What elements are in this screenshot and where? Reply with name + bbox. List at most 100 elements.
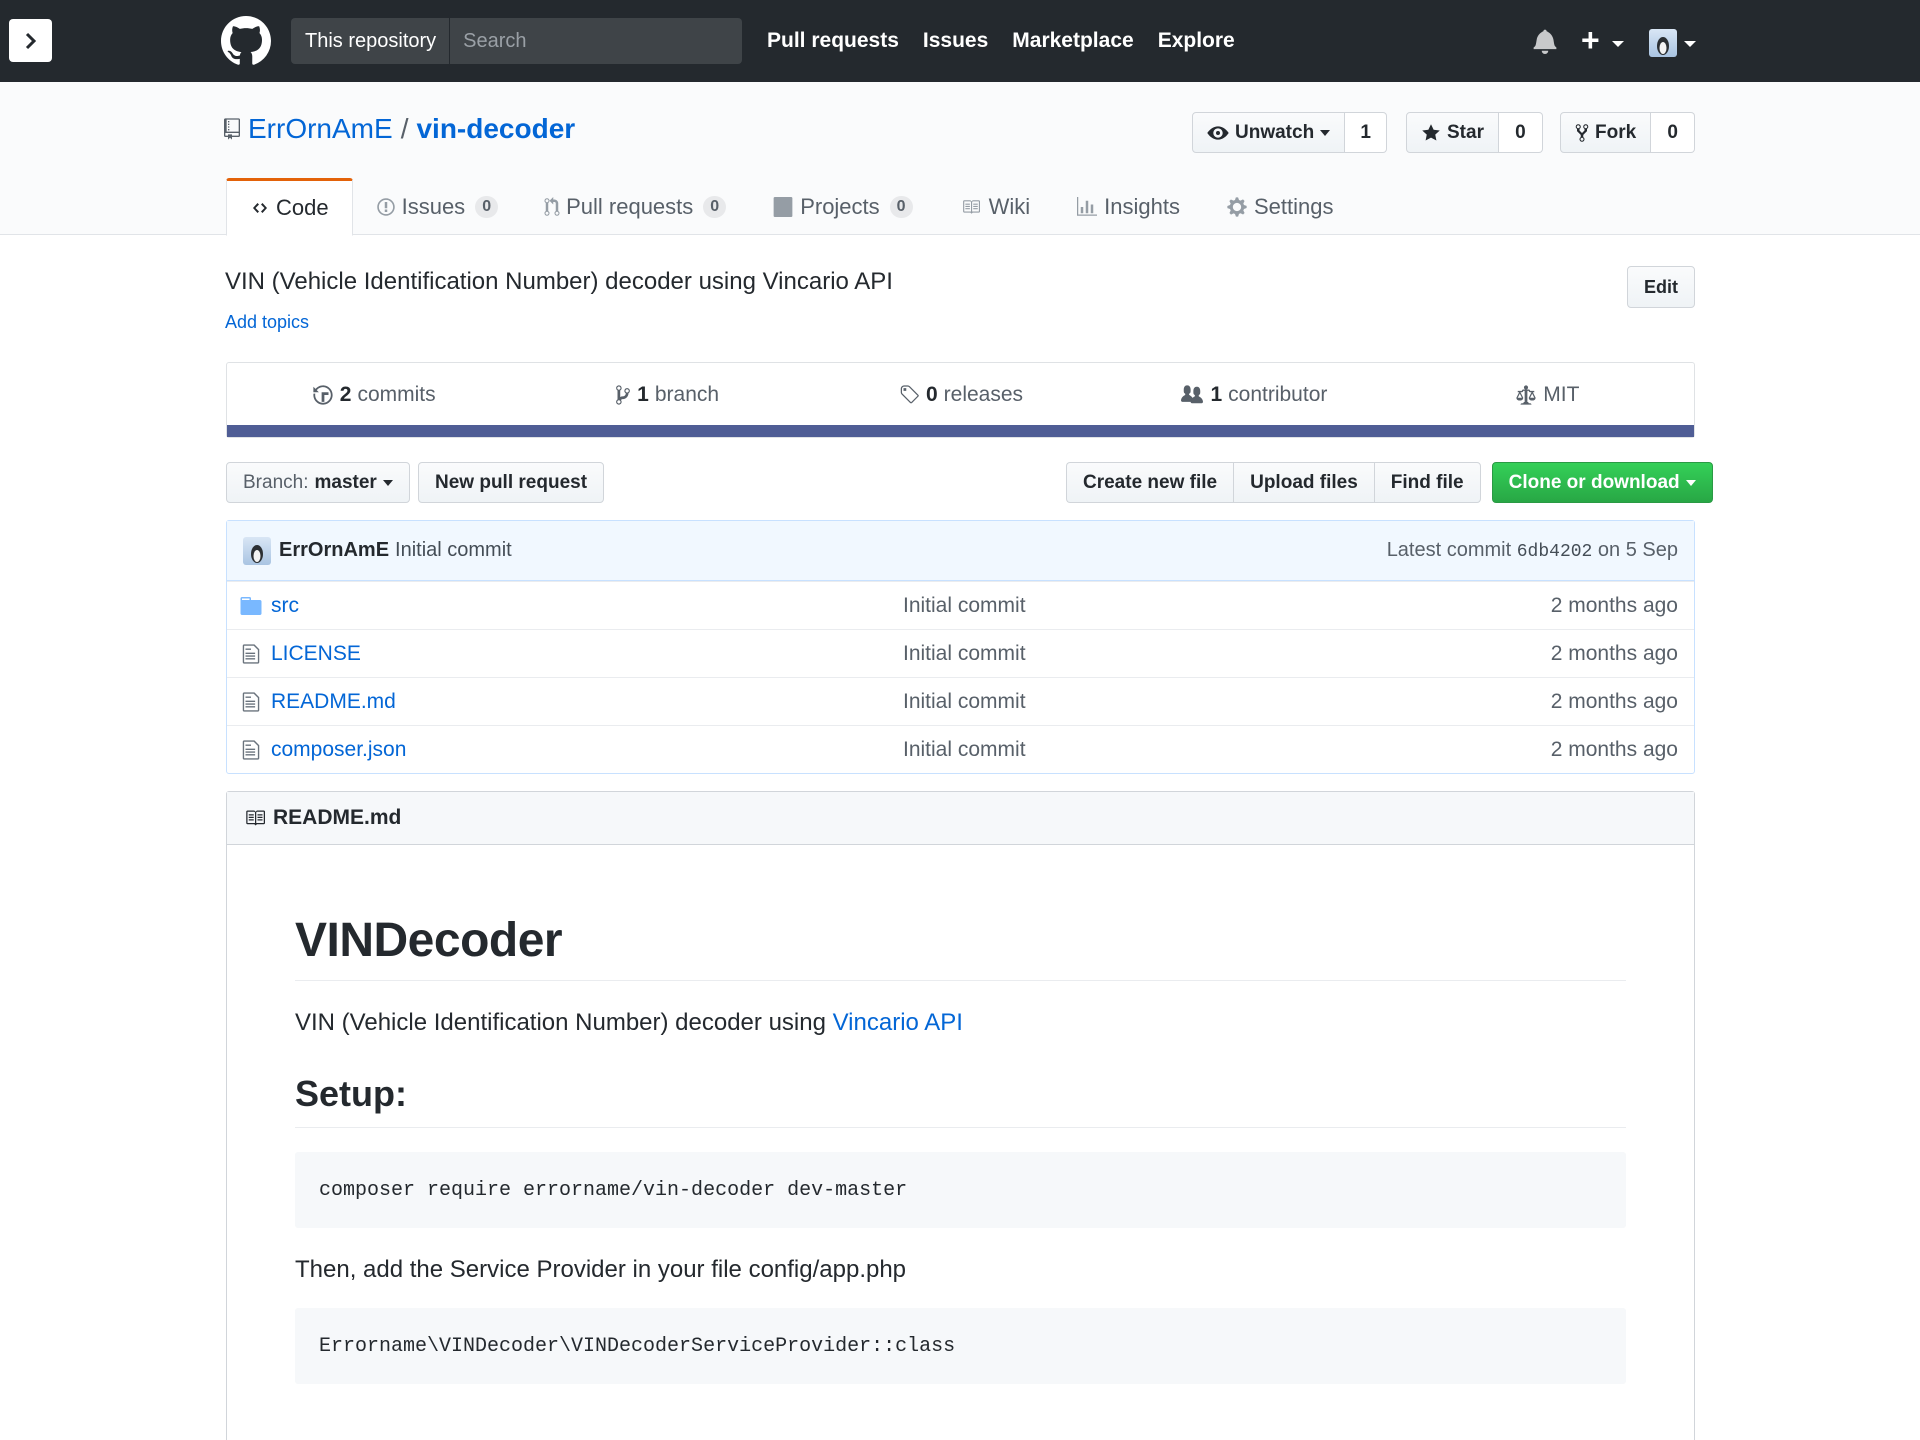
file-name-link[interactable]: src bbox=[271, 594, 903, 618]
star-button[interactable]: Star bbox=[1406, 112, 1499, 153]
edit-description-button[interactable]: Edit bbox=[1627, 266, 1695, 308]
tab-wiki-label: Wiki bbox=[988, 194, 1031, 219]
repo-forked-icon bbox=[1575, 123, 1589, 142]
tab-insights[interactable]: Insights bbox=[1053, 178, 1203, 236]
tab-settings-label: Settings bbox=[1253, 194, 1334, 219]
gear-icon bbox=[1227, 197, 1247, 217]
header-nav: Pull requests Issues Marketplace Explore bbox=[767, 0, 1235, 82]
nav-issues[interactable]: Issues bbox=[923, 29, 988, 53]
avatar-caret-icon bbox=[1684, 41, 1696, 47]
fork-button[interactable]: Fork bbox=[1560, 112, 1652, 153]
watch-group: Unwatch 1 bbox=[1192, 112, 1388, 153]
vincario-api-link[interactable]: Vincario API bbox=[833, 1009, 963, 1036]
repo-title-separator: / bbox=[400, 113, 409, 144]
contributors-count: 1 bbox=[1210, 383, 1223, 406]
global-header: This repository Pull requests Issues Mar… bbox=[0, 0, 1920, 82]
tab-projects-label: Projects bbox=[800, 194, 880, 219]
branch-caret-icon bbox=[382, 479, 393, 486]
plus-icon[interactable]: + bbox=[1581, 24, 1600, 56]
file-name-link[interactable]: README.md bbox=[271, 690, 903, 714]
readme-intro: VIN (Vehicle Identification Number) deco… bbox=[295, 1009, 1626, 1037]
file-age: 2 months ago bbox=[1550, 593, 1678, 617]
repo-icon bbox=[224, 118, 240, 140]
file-commit-message-link[interactable]: Initial commit bbox=[903, 594, 1026, 618]
readme-box: README.md VINDecoder VIN (Vehicle Identi… bbox=[226, 791, 1695, 1440]
summary-commits[interactable]: 2 commits bbox=[227, 383, 520, 407]
file-commit-message-link[interactable]: Initial commit bbox=[903, 642, 1026, 666]
latest-commit-prefix: Latest commit bbox=[1386, 539, 1512, 561]
repo-description: VIN (Vehicle Identification Number) deco… bbox=[225, 268, 893, 295]
readme-body: VINDecoder VIN (Vehicle Identification N… bbox=[227, 913, 1694, 1384]
commits-label: commits bbox=[357, 383, 436, 406]
repo-summary: 2 commits 1 branch 0 releases 1 contribu… bbox=[226, 362, 1695, 438]
summary-branches[interactable]: 1 branch bbox=[520, 383, 813, 407]
latest-commit-bar: ErrOrnAmE Initial commit Latest commit 6… bbox=[227, 521, 1694, 581]
file-text-icon bbox=[239, 691, 263, 713]
pull-requests-counter: 0 bbox=[703, 196, 727, 218]
tab-issues[interactable]: Issues 0 bbox=[353, 178, 522, 236]
fork-group: Fork 0 bbox=[1560, 112, 1696, 153]
avatar[interactable] bbox=[243, 536, 271, 565]
file-name-link[interactable]: composer.json bbox=[271, 738, 903, 762]
book-icon bbox=[962, 200, 980, 214]
tab-settings[interactable]: Settings bbox=[1203, 178, 1357, 236]
file-text-icon bbox=[239, 643, 263, 665]
watch-count[interactable]: 1 bbox=[1345, 112, 1388, 153]
penguin-avatar-icon bbox=[1657, 37, 1669, 55]
branch-select-button[interactable]: Branch: master bbox=[226, 462, 410, 503]
file-age: 2 months ago bbox=[1550, 641, 1678, 665]
clone-or-download-button[interactable]: Clone or download bbox=[1491, 462, 1713, 503]
repo-header: ErrOrnAmE / vin-decoder Unwatch 1 Star 0… bbox=[0, 82, 1920, 236]
releases-count: 0 bbox=[925, 383, 938, 406]
language-bar[interactable] bbox=[227, 425, 1694, 437]
sidebar-toggle-button[interactable] bbox=[9, 19, 52, 62]
upload-files-button[interactable]: Upload files bbox=[1233, 462, 1374, 503]
nav-explore[interactable]: Explore bbox=[1158, 29, 1235, 53]
star-count[interactable]: 0 bbox=[1498, 112, 1543, 153]
commit-sha-link[interactable]: 6db4202 bbox=[1517, 542, 1593, 562]
repo-name-link[interactable]: vin-decoder bbox=[416, 113, 575, 145]
commits-count: 2 bbox=[339, 383, 352, 406]
nav-marketplace[interactable]: Marketplace bbox=[1012, 29, 1133, 53]
code-icon bbox=[253, 203, 267, 213]
fork-count[interactable]: 0 bbox=[1651, 112, 1696, 153]
repo-owner-link[interactable]: ErrOrnAmE bbox=[248, 113, 393, 145]
history-icon bbox=[313, 385, 333, 405]
tab-wiki[interactable]: Wiki bbox=[936, 178, 1054, 236]
new-pull-request-button[interactable]: New pull request bbox=[418, 462, 605, 503]
commit-message-link[interactable]: Initial commit bbox=[395, 539, 512, 562]
table-row: README.md Initial commit 2 months ago bbox=[227, 677, 1694, 725]
readme-setup-heading: Setup: bbox=[295, 1073, 1626, 1128]
github-logo-icon[interactable] bbox=[221, 16, 271, 66]
star-icon bbox=[1422, 123, 1440, 140]
file-name-link[interactable]: LICENSE bbox=[271, 642, 903, 666]
avatar[interactable] bbox=[1649, 29, 1677, 57]
find-file-button[interactable]: Find file bbox=[1373, 462, 1481, 503]
unwatch-caret-icon bbox=[1320, 129, 1331, 136]
readme-title: VINDecoder bbox=[295, 913, 1626, 981]
nav-pull-requests[interactable]: Pull requests bbox=[767, 29, 899, 53]
branches-label: branch bbox=[654, 383, 720, 406]
tab-pull-requests[interactable]: Pull requests 0 bbox=[521, 178, 749, 236]
issues-counter: 0 bbox=[475, 196, 499, 218]
bell-icon[interactable] bbox=[1533, 28, 1557, 54]
organization-icon bbox=[1181, 385, 1204, 404]
add-topics-link[interactable]: Add topics bbox=[225, 312, 309, 333]
search-input[interactable] bbox=[450, 29, 711, 53]
tab-code[interactable]: Code bbox=[226, 178, 353, 236]
create-new-file-button[interactable]: Create new file bbox=[1066, 462, 1234, 503]
readme-code-block: composer require errorname/vin-decoder d… bbox=[295, 1152, 1626, 1228]
file-commit-message-link[interactable]: Initial commit bbox=[903, 738, 1026, 762]
project-icon bbox=[773, 197, 793, 217]
readme-filename: README.md bbox=[273, 806, 402, 829]
star-group: Star 0 bbox=[1406, 112, 1543, 153]
summary-releases[interactable]: 0 releases bbox=[814, 383, 1107, 407]
commit-author-link[interactable]: ErrOrnAmE bbox=[279, 539, 389, 562]
unwatch-button[interactable]: Unwatch bbox=[1192, 112, 1346, 153]
summary-contributors[interactable]: 1 contributor bbox=[1107, 383, 1400, 407]
file-commit-message-link[interactable]: Initial commit bbox=[903, 690, 1026, 714]
tab-projects[interactable]: Projects 0 bbox=[749, 178, 935, 236]
projects-counter: 0 bbox=[889, 196, 913, 218]
graph-icon bbox=[1077, 197, 1098, 216]
summary-license[interactable]: MIT bbox=[1401, 383, 1694, 407]
